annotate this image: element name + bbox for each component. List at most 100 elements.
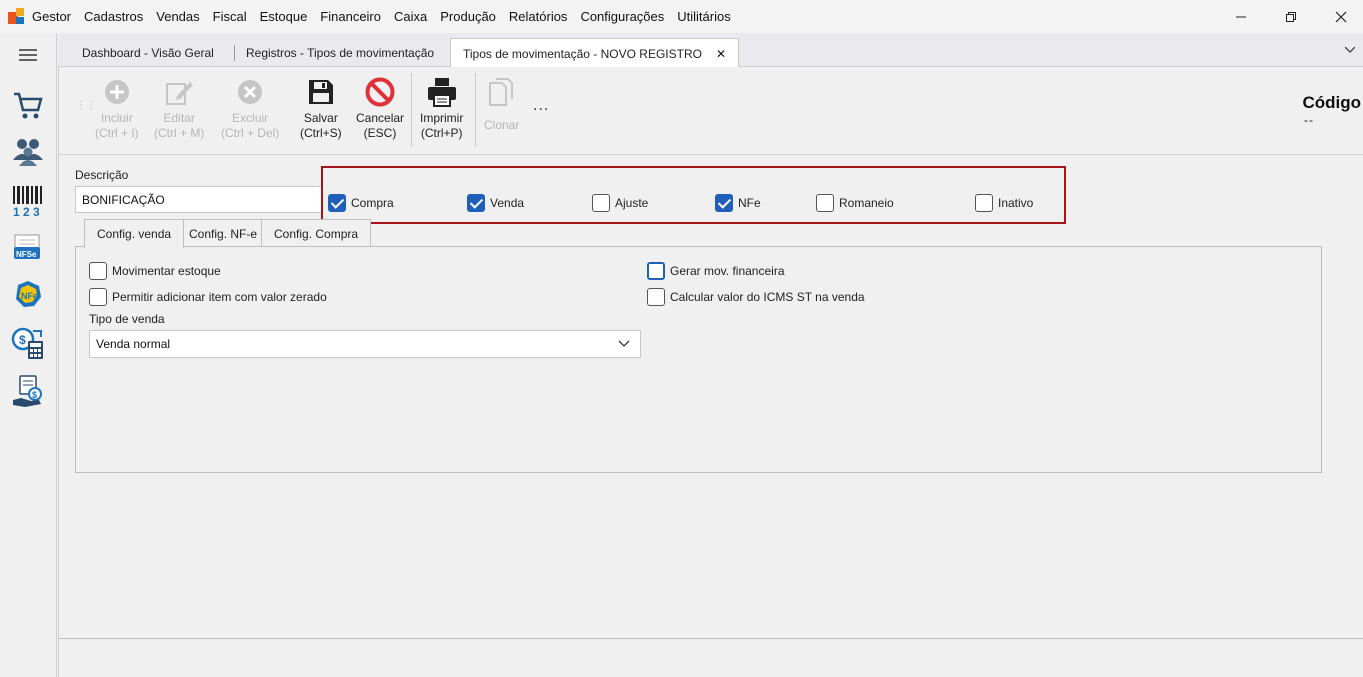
movimentar-estoque-label: Movimentar estoque bbox=[112, 264, 221, 278]
save-icon bbox=[306, 77, 336, 107]
delete-circle-icon bbox=[235, 77, 265, 107]
descricao-label: Descrição bbox=[75, 168, 129, 182]
doc-tab-registros[interactable]: Registros - Tipos de movimentação bbox=[234, 38, 446, 68]
cart-icon[interactable] bbox=[10, 87, 46, 123]
descricao-value: BONIFICAÇÃO bbox=[82, 192, 165, 207]
salvar-shortcut: (Ctrl+S) bbox=[300, 126, 342, 140]
toolbar-separator bbox=[475, 73, 476, 147]
config-venda-panel bbox=[75, 246, 1322, 473]
tabs-overflow-chevron-icon[interactable] bbox=[1344, 42, 1356, 56]
incluir-button[interactable]: Incluir (Ctrl + I) bbox=[95, 77, 139, 141]
nfe-checkbox[interactable] bbox=[715, 194, 733, 212]
menu-producao[interactable]: Produção bbox=[440, 9, 496, 24]
doc-tab-label: Registros - Tipos de movimentação bbox=[246, 46, 435, 60]
incluir-label: Incluir bbox=[100, 111, 133, 125]
minimize-button[interactable] bbox=[1218, 0, 1264, 33]
excluir-shortcut: (Ctrl + Del) bbox=[221, 126, 280, 140]
editar-button[interactable]: Editar (Ctrl + M) bbox=[154, 77, 204, 141]
gerar-mov-financeira-label: Gerar mov. financeira bbox=[670, 264, 785, 278]
printer-icon bbox=[427, 77, 457, 107]
menu-relatorios[interactable]: Relatórios bbox=[509, 9, 568, 24]
imprimir-label: Imprimir bbox=[420, 111, 464, 125]
imprimir-button[interactable]: Imprimir (Ctrl+P) bbox=[420, 77, 463, 141]
chevron-down-icon bbox=[618, 337, 630, 352]
close-window-button[interactable] bbox=[1318, 0, 1363, 33]
movimentar-estoque-checkbox[interactable] bbox=[89, 262, 107, 280]
cancel-icon bbox=[365, 77, 395, 107]
clonar-label: Clonar bbox=[484, 118, 520, 132]
svg-text:$: $ bbox=[32, 390, 37, 400]
calcular-icms-st-label: Calcular valor do ICMS ST na venda bbox=[670, 290, 865, 304]
venda-checkbox[interactable] bbox=[467, 194, 485, 212]
salvar-button[interactable]: Salvar (Ctrl+S) bbox=[300, 77, 342, 141]
cancelar-button[interactable]: Cancelar (ESC) bbox=[356, 77, 404, 141]
menu-caixa[interactable]: Caixa bbox=[394, 9, 427, 24]
editar-label: Editar bbox=[163, 111, 195, 125]
menu-estoque[interactable]: Estoque bbox=[260, 9, 308, 24]
ajuste-checkbox[interactable] bbox=[592, 194, 610, 212]
permitir-zerado-checkbox[interactable] bbox=[89, 288, 107, 306]
close-tab-icon[interactable]: ✕ bbox=[716, 47, 726, 61]
menu-financeiro[interactable]: Financeiro bbox=[320, 9, 381, 24]
romaneio-label: Romaneio bbox=[839, 196, 894, 210]
compra-label: Compra bbox=[351, 196, 394, 210]
clone-icon bbox=[487, 77, 517, 107]
codigo-value: -- bbox=[1304, 113, 1314, 127]
permitir-zerado-label: Permitir adicionar item com valor zerado bbox=[112, 290, 327, 304]
nfse-icon[interactable]: NFSe bbox=[10, 230, 46, 266]
calcular-icms-st-checkbox[interactable] bbox=[647, 288, 665, 306]
restore-button[interactable] bbox=[1268, 0, 1314, 33]
menu-configuracoes[interactable]: Configurações bbox=[580, 9, 664, 24]
finance-calculator-icon[interactable]: $ bbox=[10, 326, 46, 362]
edit-icon bbox=[164, 77, 194, 107]
gerar-mov-financeira-checkbox[interactable] bbox=[647, 262, 665, 280]
compra-checkbox[interactable] bbox=[328, 194, 346, 212]
tipo-venda-value: Venda normal bbox=[96, 337, 171, 351]
svg-text:NFe: NFe bbox=[21, 291, 38, 301]
doc-tab-dashboard[interactable]: Dashboard - Visão Geral bbox=[70, 38, 226, 68]
menu-cadastros[interactable]: Cadastros bbox=[84, 9, 143, 24]
svg-text:$: $ bbox=[19, 333, 26, 347]
inativo-checkbox[interactable] bbox=[975, 194, 993, 212]
more-options-button[interactable]: ... bbox=[533, 97, 549, 115]
cash-hand-icon[interactable]: $ bbox=[10, 373, 46, 409]
doc-tab-label: Dashboard - Visão Geral bbox=[82, 46, 214, 60]
toolbar: ⋮⋮ Incluir (Ctrl + I) Editar (Ctrl + M) … bbox=[59, 67, 1363, 155]
romaneio-checkbox[interactable] bbox=[816, 194, 834, 212]
close-icon bbox=[1335, 11, 1347, 22]
tab-config-venda-label: Config. venda bbox=[97, 227, 172, 241]
toolbar-grip-icon[interactable]: ⋮⋮ bbox=[76, 101, 96, 117]
doc-tab-novo-registro[interactable]: Tipos de movimentação - NOVO REGISTRO ✕ bbox=[450, 38, 740, 68]
menu-vendas[interactable]: Vendas bbox=[156, 9, 199, 24]
left-sidebar: 1 2 3 NFSe NFe $ $ bbox=[0, 33, 57, 677]
barcode-icon[interactable]: 1 2 3 bbox=[10, 183, 46, 219]
excluir-label: Excluir bbox=[232, 111, 269, 125]
nfe-icon[interactable]: NFe bbox=[10, 277, 46, 313]
menu-fiscal[interactable]: Fiscal bbox=[213, 9, 247, 24]
menu-icon[interactable] bbox=[10, 37, 46, 73]
type-flags-highlight bbox=[321, 166, 1066, 224]
tab-config-nfe[interactable]: Config. NF-e bbox=[176, 219, 271, 247]
minimize-icon bbox=[1236, 16, 1246, 17]
menu-gestor[interactable]: Gestor bbox=[32, 9, 71, 24]
imprimir-shortcut: (Ctrl+P) bbox=[420, 126, 463, 140]
footer-divider bbox=[59, 638, 1363, 639]
clonar-button[interactable]: Clonar bbox=[484, 77, 519, 133]
title-menu-bar: Gestor Cadastros Vendas Fiscal Estoque F… bbox=[0, 0, 1363, 33]
users-icon[interactable] bbox=[10, 133, 46, 169]
venda-label: Venda bbox=[490, 196, 525, 210]
main-menu: Gestor Cadastros Vendas Fiscal Estoque F… bbox=[32, 0, 744, 33]
nfe-label: NFe bbox=[738, 196, 761, 210]
doc-tab-label: Tipos de movimentação - NOVO REGISTRO bbox=[463, 46, 702, 61]
inativo-label: Inativo bbox=[998, 196, 1034, 210]
ajuste-label: Ajuste bbox=[615, 196, 649, 210]
menu-utilitarios[interactable]: Utilitários bbox=[677, 9, 730, 24]
add-circle-icon bbox=[102, 77, 132, 107]
excluir-button[interactable]: Excluir (Ctrl + Del) bbox=[221, 77, 279, 141]
tab-config-venda[interactable]: Config. venda bbox=[84, 219, 185, 248]
cancelar-shortcut: (ESC) bbox=[363, 126, 397, 140]
descricao-input[interactable]: BONIFICAÇÃO bbox=[75, 186, 322, 213]
tab-config-compra[interactable]: Config. Compra bbox=[261, 219, 372, 247]
main-content: ⋮⋮ Incluir (Ctrl + I) Editar (Ctrl + M) … bbox=[58, 67, 1363, 677]
tipo-venda-select[interactable]: Venda normal bbox=[89, 330, 641, 358]
